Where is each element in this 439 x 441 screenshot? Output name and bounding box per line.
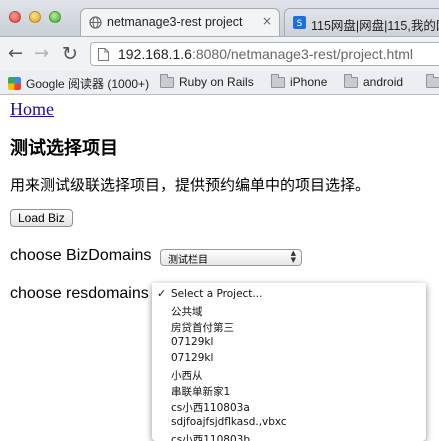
- url-host: 192.168.1.6: [118, 46, 192, 62]
- biz-domains-label: choose BizDomains: [10, 247, 152, 264]
- tab-title: netmanage3-rest project: [107, 15, 243, 29]
- bookmark-ruby-on-rails[interactable]: Ruby on Rails: [160, 74, 254, 89]
- select-arrows-icon: ▲ ▼: [290, 249, 296, 264]
- dropdown-option[interactable]: 07129kl: [152, 350, 426, 366]
- tab-strip: netmanage3-rest project × S 115网盘|网盘|115…: [0, 0, 439, 37]
- minimize-window-button[interactable]: [29, 11, 41, 23]
- dropdown-option[interactable]: sdjfoajfsjdflkasd.,vbxc: [152, 414, 426, 430]
- close-window-button[interactable]: [9, 11, 21, 23]
- url-path: :8080/netmanage3-rest/project.html: [191, 46, 413, 62]
- bookmark-overflow[interactable]: [426, 74, 439, 89]
- dropdown-option[interactable]: 房贷首付第三: [152, 318, 426, 334]
- folder-icon: [344, 74, 358, 88]
- dropdown-option[interactable]: ✓ Select a Project...: [152, 286, 426, 302]
- svg-text:S: S: [297, 19, 303, 29]
- 115-logo-icon: S: [293, 16, 306, 29]
- tab-netmanage3-rest[interactable]: netmanage3-rest project ×: [80, 8, 280, 36]
- folder-icon: [160, 74, 174, 88]
- reload-icon[interactable]: ↻: [62, 43, 78, 65]
- dropdown-option[interactable]: 07129kl: [152, 334, 426, 350]
- home-link[interactable]: Home: [10, 99, 54, 120]
- res-domains-label: choose resdomains: [10, 285, 149, 302]
- forward-arrow-icon[interactable]: →: [34, 43, 49, 65]
- dropdown-option[interactable]: cs小西110803b: [152, 430, 426, 441]
- google-icon: [8, 77, 21, 90]
- tab-title: 115网盘|网盘|115,我的网: [311, 19, 439, 33]
- dropdown-option[interactable]: cs小西110803a: [152, 398, 426, 414]
- browser-toolbar: ← → ↻ 192.168.1.6:8080/netmanage3-rest/p…: [0, 37, 439, 71]
- tab-115[interactable]: S 115网盘|网盘|115,我的网: [284, 8, 439, 36]
- dropdown-option[interactable]: 串联单新家1: [152, 382, 426, 398]
- res-domains-dropdown[interactable]: ✓ Select a Project... 公共域 房贷首付第三 07129kl…: [152, 283, 426, 441]
- load-biz-button[interactable]: Load Biz: [10, 209, 73, 227]
- bookmark-google-reader[interactable]: Google 阅读器 (1000+): [8, 75, 149, 92]
- address-bar[interactable]: 192.168.1.6:8080/netmanage3-rest/project…: [90, 42, 439, 66]
- bookmark-label: iPhone: [290, 75, 328, 89]
- url-text[interactable]: 192.168.1.6:8080/netmanage3-rest/project…: [118, 46, 413, 62]
- dropdown-option[interactable]: 公共域: [152, 302, 426, 318]
- zoom-window-button[interactable]: [49, 11, 61, 23]
- checkmark-icon: ✓: [157, 287, 167, 300]
- bookmark-android[interactable]: android: [344, 74, 404, 89]
- back-arrow-icon[interactable]: ←: [8, 43, 23, 65]
- bookmark-label: Google 阅读器 (1000+): [26, 77, 150, 91]
- dropdown-option[interactable]: 小西从: [152, 366, 426, 382]
- folder-icon: [426, 74, 439, 88]
- bookmarks-bar: Google 阅读器 (1000+) Ruby on Rails iPhone …: [0, 71, 439, 95]
- globe-icon: [89, 16, 102, 29]
- page-description: 用来测试级联选择项目，提供预约编单中的项目选择。: [10, 176, 371, 194]
- biz-domains-select[interactable]: 测试栏目 ▲ ▼: [160, 249, 302, 266]
- page-icon: [98, 48, 109, 61]
- bookmark-iphone[interactable]: iPhone: [271, 74, 328, 89]
- biz-domains-selected-value: 测试栏目: [168, 255, 208, 266]
- close-icon[interactable]: ×: [262, 14, 272, 28]
- bookmark-label: Ruby on Rails: [179, 75, 254, 89]
- folder-icon: [271, 74, 285, 88]
- page-title: 测试选择项目: [10, 138, 118, 159]
- bookmark-label: android: [363, 75, 404, 89]
